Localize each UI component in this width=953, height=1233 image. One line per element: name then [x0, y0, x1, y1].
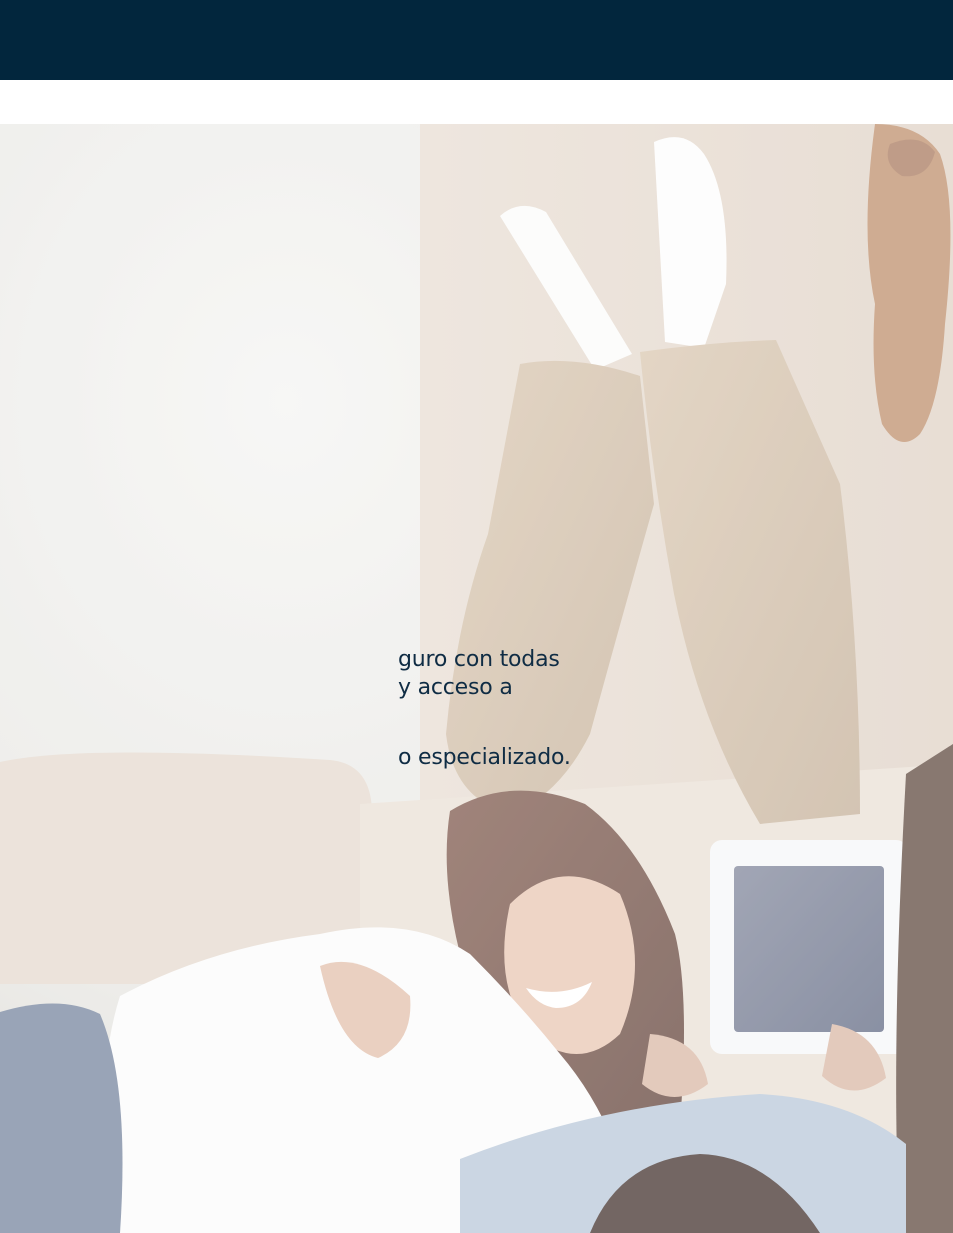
hero-text-line: guro con todas: [398, 647, 560, 672]
hero-text-line: y acceso a: [398, 675, 513, 700]
hero-section: guro con todas y acceso a o especializad…: [0, 124, 953, 1233]
page: guro con todas y acceso a o especializad…: [0, 0, 953, 1233]
hero-text-block: guro con todas y acceso a o especializad…: [0, 124, 953, 1233]
top-navigation-bar: [0, 0, 953, 80]
hero-text-line: o especializado.: [398, 745, 571, 770]
